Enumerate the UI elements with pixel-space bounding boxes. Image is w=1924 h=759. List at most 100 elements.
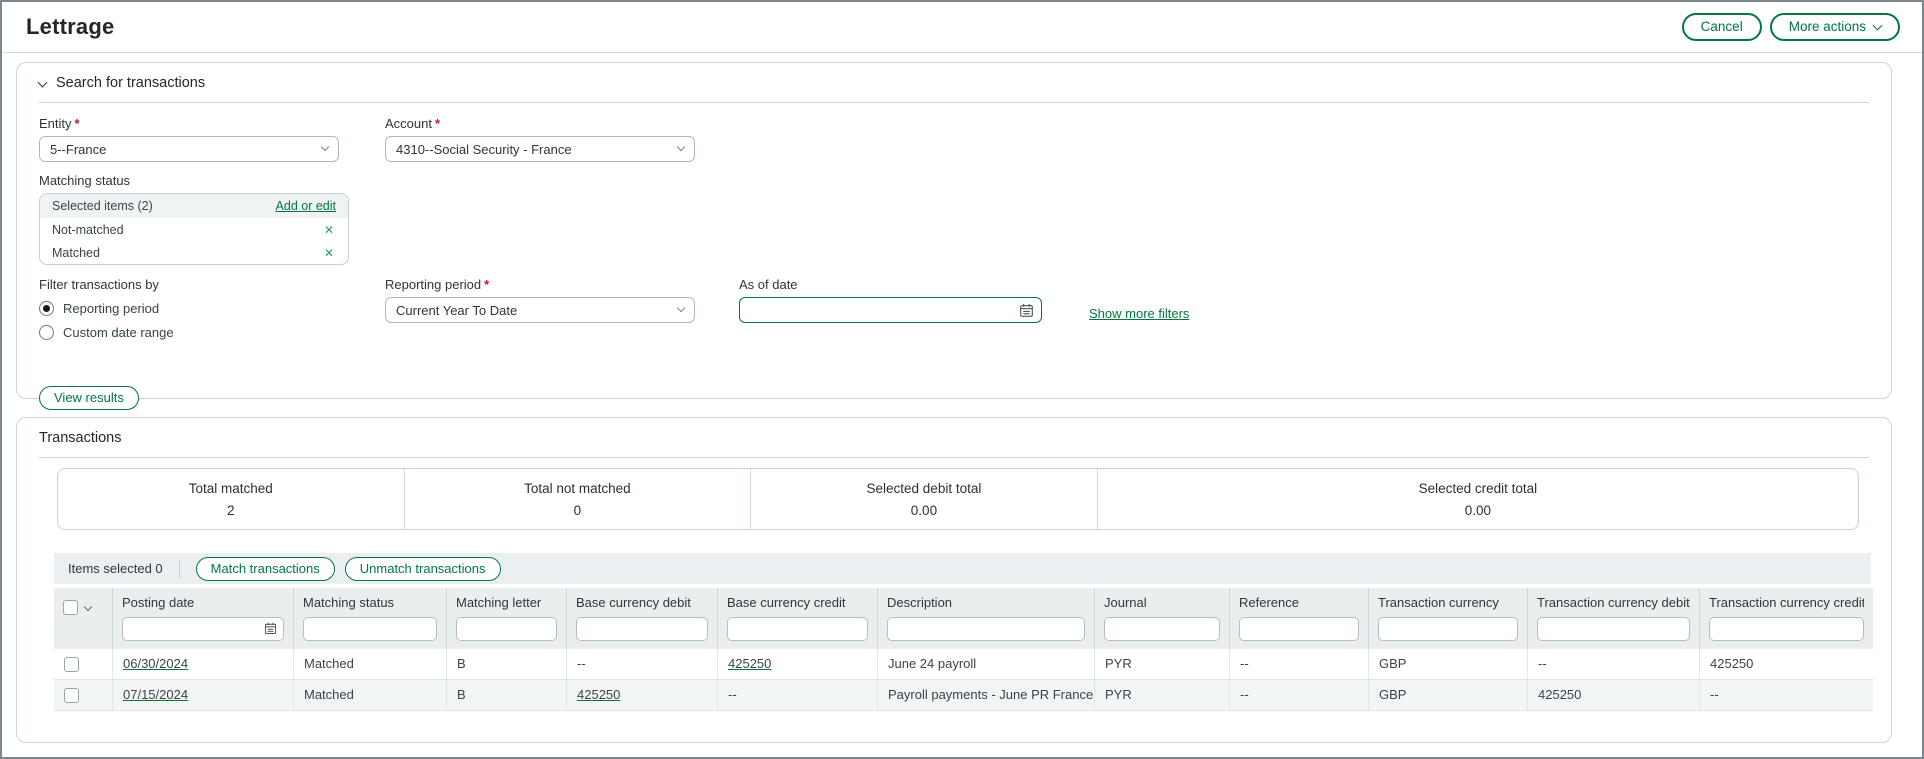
row-checkbox[interactable]	[64, 688, 79, 703]
cancel-button[interactable]: Cancel	[1682, 13, 1762, 41]
grid-toolbar: Items selected 0 Match transactions Unma…	[54, 553, 1871, 584]
txn-debit-filter-input[interactable]	[1537, 617, 1690, 641]
calendar-icon[interactable]	[1019, 303, 1034, 318]
matching-status-filter-input[interactable]	[303, 617, 437, 641]
base-credit-header: Base currency credit	[717, 588, 877, 649]
total-matched-stat: Total matched 2	[58, 469, 404, 529]
journal-filter-input[interactable]	[1104, 617, 1220, 641]
add-or-edit-link[interactable]: Add or edit	[276, 199, 336, 213]
reporting-period-label: Reporting period*	[385, 277, 695, 292]
toolbar-divider	[179, 560, 180, 578]
account-field-group: Account* 4310--Social Security - France	[339, 116, 695, 162]
base-credit-header-label: Base currency credit	[727, 595, 868, 610]
close-icon[interactable]: ✕	[324, 224, 334, 236]
reporting-period-select[interactable]: Current Year To Date	[385, 297, 695, 323]
reporting-period-radio[interactable]	[39, 301, 54, 316]
matching-status-cell: Matched	[293, 680, 446, 710]
base-debit-cell: 425250	[566, 680, 717, 710]
row-checkbox[interactable]	[64, 657, 79, 672]
matching-letter-filter-input[interactable]	[456, 617, 557, 641]
transactions-table: Posting date	[54, 588, 1873, 711]
view-results-button[interactable]: View results	[39, 386, 139, 410]
search-section-title: Search for transactions	[56, 75, 205, 91]
as-of-date-input[interactable]	[739, 297, 1042, 323]
entity-label: Entity*	[39, 116, 339, 131]
entity-select-value: 5--France	[50, 142, 106, 157]
items-selected-count: Items selected 0	[68, 561, 163, 576]
base-debit-cell: --	[566, 649, 717, 679]
matching-status-box: Selected items (2) Add or edit Not-match…	[39, 193, 349, 265]
transactions-section-header: Transactions	[39, 430, 1869, 458]
txn-credit-cell: --	[1699, 680, 1873, 710]
chevron-down-icon	[321, 143, 329, 151]
txn-currency-filter-input[interactable]	[1378, 617, 1518, 641]
required-marker: *	[435, 116, 440, 131]
table-row: 07/15/2024 Matched B 425250 -- Payroll p…	[54, 680, 1873, 711]
radio-reporting-period-row: Reporting period	[39, 301, 385, 316]
collapse-chevron-down-icon	[38, 77, 48, 87]
base-credit-link[interactable]: 425250	[728, 656, 771, 671]
filter-by-group: Filter transactions by Reporting period …	[39, 277, 385, 340]
more-actions-button[interactable]: More actions	[1770, 13, 1900, 41]
account-select[interactable]: 4310--Social Security - France	[385, 136, 695, 162]
txn-debit-cell: 425250	[1527, 680, 1699, 710]
custom-date-range-radio[interactable]	[39, 325, 54, 340]
posting-date-header: Posting date	[112, 588, 293, 649]
calendar-icon[interactable]	[264, 622, 277, 638]
base-debit-link[interactable]: 425250	[577, 687, 620, 702]
reporting-period-radio-label: Reporting period	[63, 301, 159, 316]
posting-date-link[interactable]: 07/15/2024	[123, 687, 188, 702]
entity-field-group: Entity* 5--France	[39, 116, 339, 162]
as-of-date-group: As of date	[739, 277, 1042, 323]
table-header-row: Posting date	[54, 588, 1873, 649]
view-results-label: View results	[54, 390, 124, 406]
entity-account-row: Entity* 5--France Account* 4310--Social …	[39, 116, 1869, 162]
txn-credit-header: Transaction currency credit	[1699, 588, 1873, 649]
page-title: Lettrage	[26, 14, 114, 40]
lettrage-page: Lettrage Cancel More actions Search for …	[0, 0, 1924, 759]
entity-select[interactable]: 5--France	[39, 136, 339, 162]
txn-currency-cell: GBP	[1368, 680, 1527, 710]
show-more-filters-link[interactable]: Show more filters	[1089, 306, 1189, 321]
selected-debit-total-stat: Selected debit total 0.00	[750, 469, 1097, 529]
account-label-text: Account	[385, 116, 432, 131]
matching-letter-cell: B	[446, 649, 566, 679]
matching-status-cell: Matched	[293, 649, 446, 679]
chevron-down-icon	[677, 143, 685, 151]
filter-by-label: Filter transactions by	[39, 277, 385, 292]
required-marker: *	[75, 116, 80, 131]
txn-debit-cell: --	[1527, 649, 1699, 679]
unmatch-transactions-label: Unmatch transactions	[360, 561, 486, 577]
radio-custom-range-row: Custom date range	[39, 325, 385, 340]
reference-filter-input[interactable]	[1239, 617, 1359, 641]
search-section-header[interactable]: Search for transactions	[39, 75, 1869, 103]
close-icon[interactable]: ✕	[324, 247, 334, 259]
total-matched-label: Total matched	[189, 481, 273, 496]
selected-credit-total-stat: Selected credit total 0.00	[1097, 469, 1858, 529]
journal-cell: PYR	[1094, 680, 1229, 710]
match-transactions-button[interactable]: Match transactions	[196, 557, 335, 581]
reference-header-label: Reference	[1239, 595, 1359, 610]
reporting-period-group: Reporting period* Current Year To Date	[385, 277, 695, 323]
account-select-value: 4310--Social Security - France	[396, 142, 572, 157]
transactions-section: Transactions Total matched 2 Total not m…	[16, 417, 1892, 743]
chevron-down-icon	[1873, 20, 1883, 30]
txn-credit-filter-input[interactable]	[1709, 617, 1864, 641]
posting-date-link[interactable]: 06/30/2024	[123, 656, 188, 671]
select-all-header-cell	[54, 588, 112, 649]
select-all-checkbox[interactable]	[63, 600, 78, 615]
matching-status-item: Not-matched ✕	[40, 218, 348, 241]
unmatch-transactions-button[interactable]: Unmatch transactions	[345, 557, 501, 581]
base-debit-filter-input[interactable]	[576, 617, 708, 641]
posting-date-cell: 06/30/2024	[112, 649, 293, 679]
txn-credit-cell: 425250	[1699, 649, 1873, 679]
account-label: Account*	[385, 116, 695, 131]
base-credit-filter-input[interactable]	[727, 617, 868, 641]
posting-date-filter-input[interactable]	[122, 617, 284, 641]
chevron-down-icon[interactable]	[84, 603, 92, 611]
matching-status-header-label: Matching status	[303, 595, 437, 610]
description-header: Description	[877, 588, 1094, 649]
matching-status-header: Matching status	[293, 588, 446, 649]
selected-debit-total-label: Selected debit total	[867, 481, 982, 496]
description-filter-input[interactable]	[887, 617, 1085, 641]
